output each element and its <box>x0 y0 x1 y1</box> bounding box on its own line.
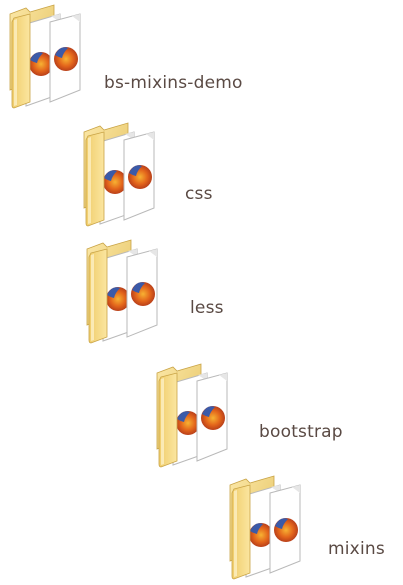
folder-label[interactable]: bootstrap <box>259 422 343 442</box>
folder-icon[interactable] <box>155 361 235 473</box>
folder-label[interactable]: less <box>190 298 224 318</box>
folder-icon[interactable] <box>82 120 162 232</box>
folder-icon[interactable] <box>85 237 165 349</box>
folder-label[interactable]: bs-mixins-demo <box>104 73 243 93</box>
folder-label[interactable]: css <box>185 184 213 204</box>
folder-icon[interactable] <box>8 2 88 114</box>
folder-label[interactable]: mixins <box>328 539 385 559</box>
folder-icon[interactable] <box>228 473 308 585</box>
